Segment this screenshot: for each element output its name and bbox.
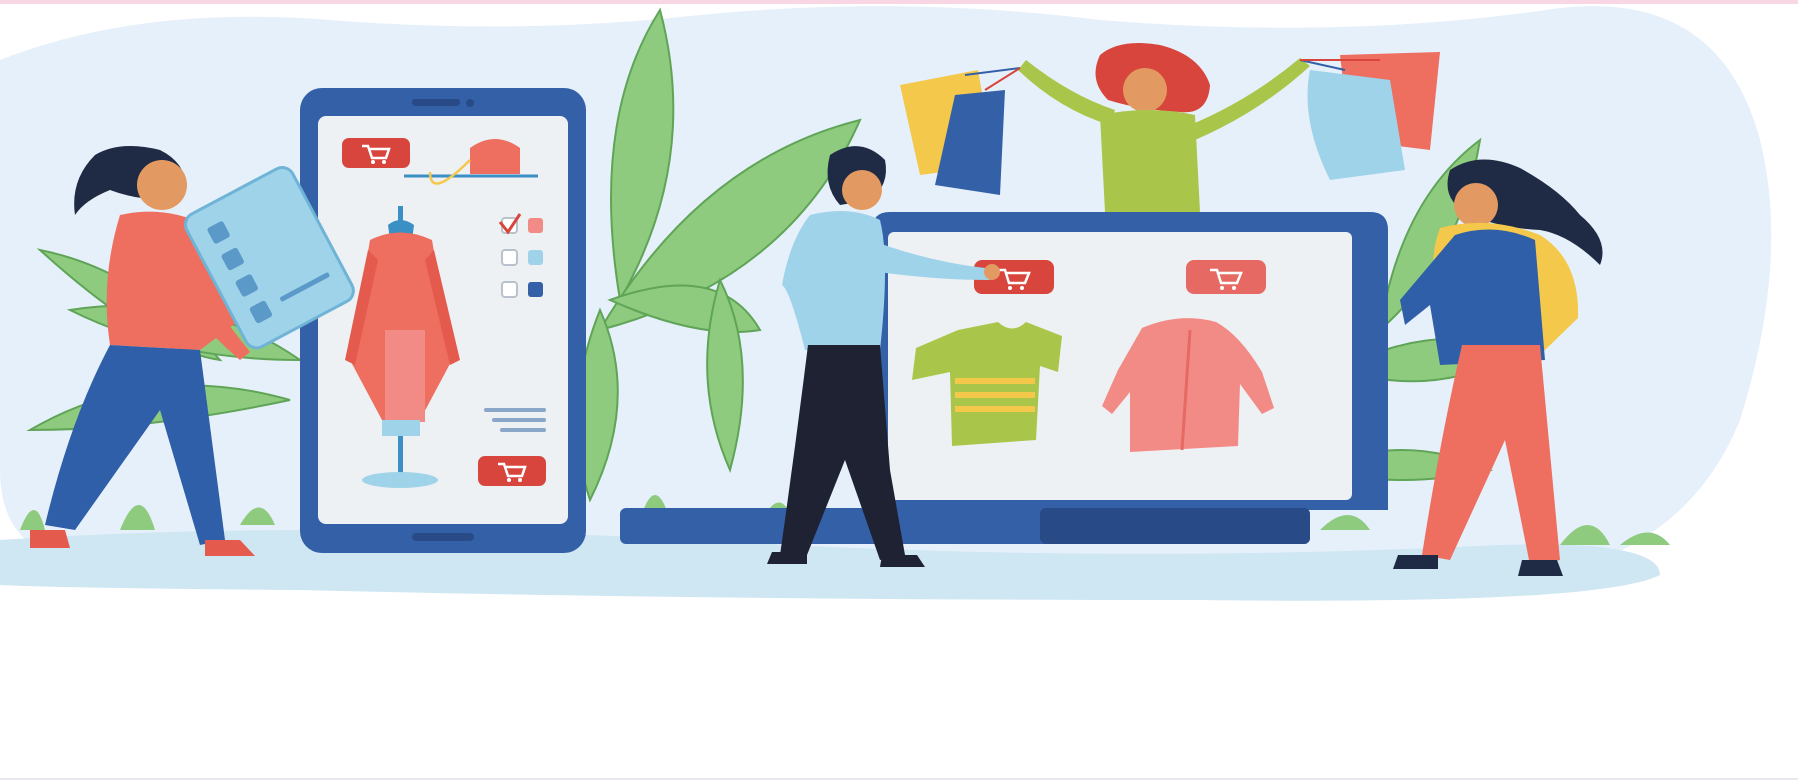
shopping-cart-icon bbox=[1186, 260, 1266, 294]
shopping-cart-icon bbox=[478, 456, 546, 486]
online-shopping-illustration bbox=[0, 6, 1772, 601]
shopping-cart-icon bbox=[342, 138, 410, 168]
smartphone bbox=[300, 88, 586, 553]
